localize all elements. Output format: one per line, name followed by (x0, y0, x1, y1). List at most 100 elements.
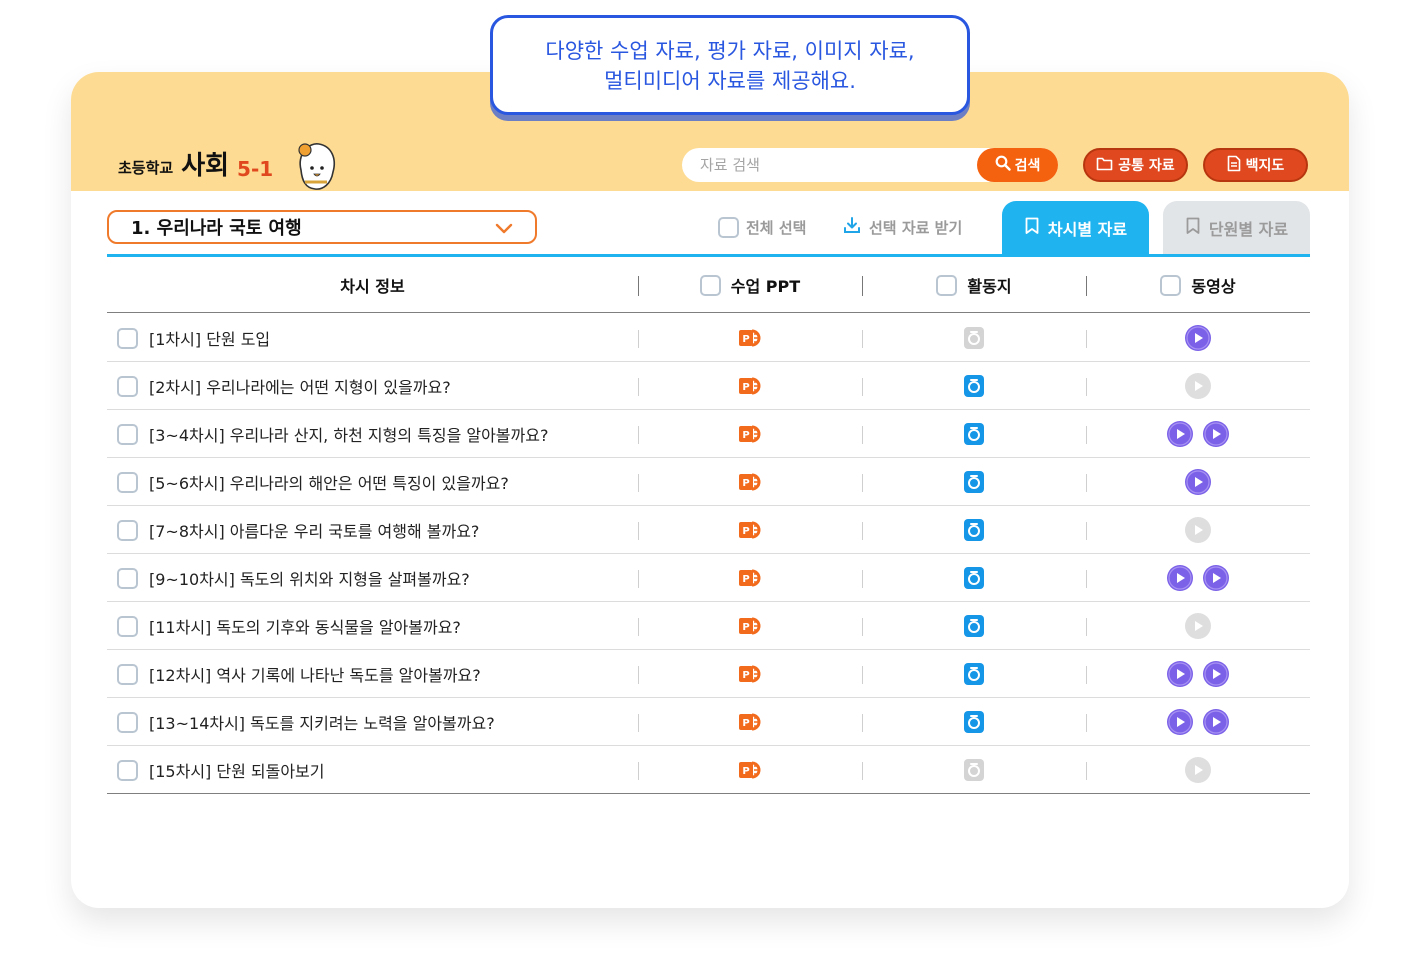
play-icon[interactable] (1165, 419, 1195, 449)
video-cell (1086, 602, 1310, 650)
document-icon (1227, 155, 1241, 176)
tab-lesson-resources[interactable]: 차시별 자료 (1002, 201, 1149, 255)
video-cell (1086, 506, 1310, 554)
row-checkbox[interactable] (117, 375, 138, 397)
video-cell (1086, 362, 1310, 410)
worksheet-icon[interactable] (961, 469, 987, 495)
search-button-label: 검색 (1014, 158, 1041, 174)
lesson-title: [2차시] 우리나라에는 어떤 지형이 있을까요? (149, 378, 451, 397)
table-row: [7~8차시] 아름다운 우리 국토를 여행해 볼까요? P (107, 506, 1310, 554)
ppt-column-checkbox[interactable] (699, 274, 721, 296)
powerpoint-icon[interactable]: P (737, 565, 763, 591)
play-icon[interactable] (1201, 707, 1231, 737)
worksheet-icon (961, 325, 987, 351)
folder-icon (1096, 156, 1113, 175)
table-row: [12차시] 역사 기록에 나타난 독도를 알아볼까요? P (107, 650, 1310, 698)
column-header-video: 동영상 (1086, 257, 1310, 313)
play-icon[interactable] (1165, 659, 1195, 689)
row-checkbox[interactable] (117, 519, 138, 541)
play-icon (1183, 515, 1213, 545)
powerpoint-icon[interactable]: P (737, 661, 763, 687)
blank-map-button[interactable]: 백지도 (1203, 148, 1308, 182)
column-header-ppt: 수업 PPT (638, 257, 862, 313)
row-checkbox[interactable] (117, 615, 138, 637)
play-icon[interactable] (1165, 563, 1195, 593)
chevron-down-icon (495, 220, 513, 241)
select-all-toggle[interactable]: 전체 선택 (718, 213, 806, 241)
tab-unit-resources[interactable]: 단원별 자료 (1163, 201, 1310, 255)
worksheet-cell (862, 650, 1086, 698)
row-checkbox[interactable] (117, 423, 138, 445)
callout-line-1: 다양한 수업 자료, 평가 자료, 이미지 자료, (545, 39, 915, 63)
svg-text:P: P (742, 334, 749, 345)
table-row: [13~14차시] 독도를 지키려는 노력을 알아볼까요? P (107, 698, 1310, 746)
worksheet-icon[interactable] (961, 373, 987, 399)
svg-text:P: P (742, 622, 749, 633)
worksheet-icon[interactable] (961, 517, 987, 543)
lesson-info-cell: [11차시] 독도의 기후와 동식물을 알아볼까요? (117, 602, 461, 650)
row-checkbox[interactable] (117, 759, 138, 781)
powerpoint-icon[interactable]: P (737, 421, 763, 447)
lesson-title: [13~14차시] 독도를 지키려는 노력을 알아볼까요? (149, 714, 495, 733)
worksheet-icon[interactable] (961, 709, 987, 735)
worksheet-icon[interactable] (961, 565, 987, 591)
video-cell (1086, 650, 1310, 698)
select-all-label: 전체 선택 (746, 218, 807, 237)
worksheet-cell (862, 410, 1086, 458)
lesson-info-cell: [13~14차시] 독도를 지키려는 노력을 알아볼까요? (117, 698, 495, 746)
lesson-info-cell: [9~10차시] 독도의 위치와 지형을 살펴볼까요? (117, 554, 470, 602)
powerpoint-icon[interactable]: P (737, 613, 763, 639)
worksheet-icon[interactable] (961, 421, 987, 447)
play-icon[interactable] (1183, 467, 1213, 497)
table-header: 차시 정보 수업 PPT 활동지 동영상 (107, 257, 1310, 313)
svg-text:P: P (742, 478, 749, 489)
download-selected-label: 선택 자료 받기 (869, 218, 963, 237)
powerpoint-icon[interactable]: P (737, 757, 763, 783)
search-button[interactable]: 검색 (977, 148, 1058, 182)
search-input[interactable] (700, 148, 970, 182)
bookmark-icon (1024, 217, 1040, 239)
video-cell (1086, 410, 1310, 458)
play-icon[interactable] (1201, 659, 1231, 689)
lesson-title: [5~6차시] 우리나라의 해안은 어떤 특징이 있을까요? (149, 474, 509, 493)
worksheet-column-checkbox[interactable] (936, 274, 958, 296)
powerpoint-icon[interactable]: P (737, 517, 763, 543)
play-icon[interactable] (1201, 419, 1231, 449)
row-checkbox[interactable] (117, 327, 138, 349)
play-icon[interactable] (1183, 323, 1213, 353)
unit-select[interactable]: 1. 우리나라 국토 여행 (107, 210, 537, 244)
video-cell (1086, 458, 1310, 506)
play-icon[interactable] (1165, 707, 1195, 737)
play-icon (1183, 611, 1213, 641)
play-icon[interactable] (1201, 563, 1231, 593)
powerpoint-icon[interactable]: P (737, 469, 763, 495)
row-checkbox[interactable] (117, 567, 138, 589)
svg-text:P: P (742, 766, 749, 777)
select-all-checkbox[interactable] (718, 216, 739, 238)
worksheet-cell (862, 314, 1086, 362)
worksheet-icon (961, 757, 987, 783)
video-column-checkbox[interactable] (1160, 274, 1182, 296)
row-checkbox[interactable] (117, 711, 138, 733)
lesson-title: [9~10차시] 독도의 위치와 지형을 살펴볼까요? (149, 570, 470, 589)
brand-subject: 사회 (181, 151, 230, 181)
bookmark-icon (1185, 217, 1201, 239)
worksheet-icon[interactable] (961, 661, 987, 687)
table-row: [1차시] 단원 도입 P (107, 314, 1310, 362)
resource-card: 초등학교 사회 5-1 검색 공통 자료 백지도 (71, 72, 1349, 908)
lesson-info-cell: [5~6차시] 우리나라의 해안은 어떤 특징이 있을까요? (117, 458, 509, 506)
common-resources-button[interactable]: 공통 자료 (1083, 148, 1188, 182)
worksheet-icon[interactable] (961, 613, 987, 639)
powerpoint-icon[interactable]: P (737, 709, 763, 735)
powerpoint-icon[interactable]: P (737, 325, 763, 351)
row-checkbox[interactable] (117, 471, 138, 493)
mascot-icon (293, 140, 339, 192)
svg-text:P: P (742, 430, 749, 441)
row-checkbox[interactable] (117, 663, 138, 685)
blank-map-label: 백지도 (1245, 158, 1285, 174)
unit-select-value: 1. 우리나라 국토 여행 (131, 218, 302, 239)
video-cell (1086, 554, 1310, 602)
lesson-info-cell: [15차시] 단원 되돌아보기 (117, 746, 325, 794)
download-selected-button[interactable]: 선택 자료 받기 (842, 213, 962, 241)
powerpoint-icon[interactable]: P (737, 373, 763, 399)
